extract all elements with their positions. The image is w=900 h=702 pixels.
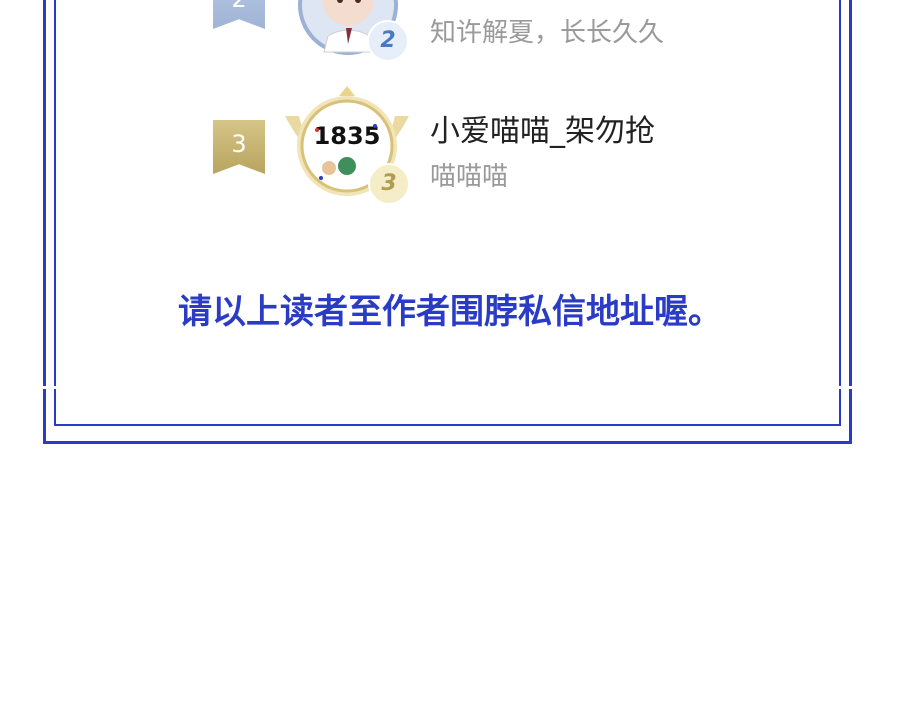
- rank-3-medal-badge: 3: [368, 163, 410, 205]
- rank-3-number: 3: [231, 130, 247, 158]
- rank-2-medal-badge: 2: [367, 20, 409, 62]
- rank-3-username: 小爱喵喵_架勿抢: [430, 114, 655, 149]
- rank-3-message: 喵喵喵: [430, 162, 509, 192]
- inner-frame-border: [54, 0, 841, 426]
- rank-2-number: 2: [231, 0, 246, 13]
- contact-author-notice: 请以上读者至作者围脖私信地址喔。: [178, 292, 722, 332]
- rank-2-message: 知许解夏，长长久久: [430, 18, 665, 48]
- rank-3-medal-number: 3: [381, 171, 397, 196]
- rank-2-medal-number: 2: [380, 28, 396, 53]
- avatar-logo-text: 1835: [314, 122, 381, 150]
- frame-divider-gap: [40, 386, 852, 389]
